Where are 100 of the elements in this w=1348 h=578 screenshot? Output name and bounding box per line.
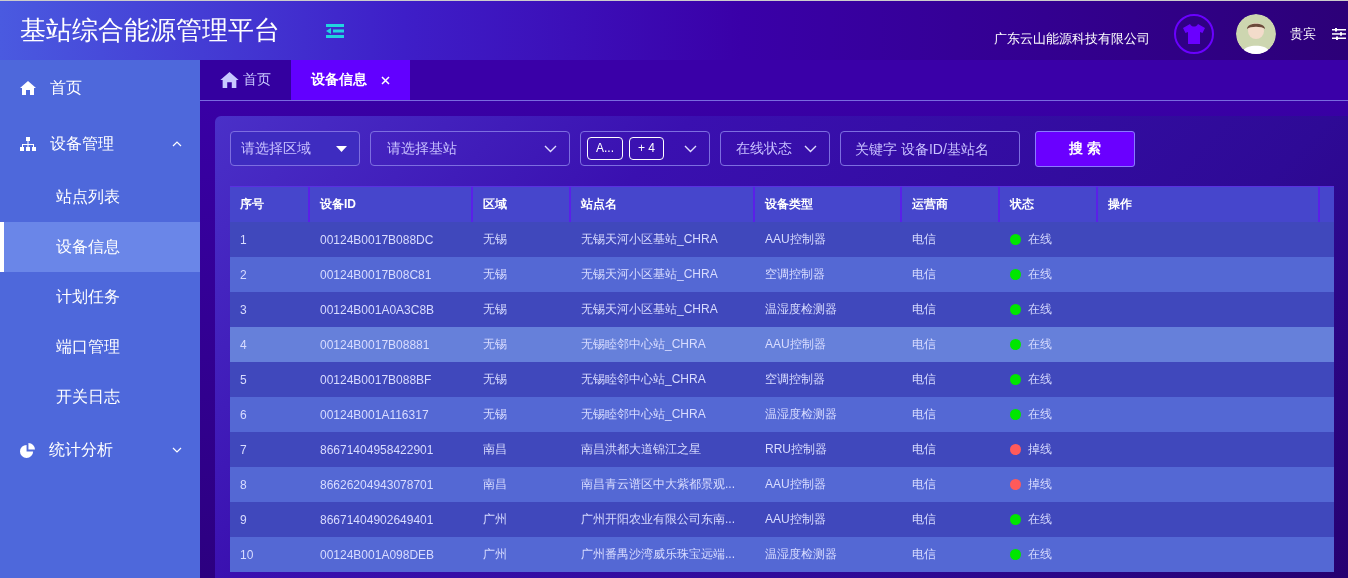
table-row[interactable]: 2 00124B0017B08C81 无锡 无锡天河小区基站_CHRA 空调控制器 电信 在线: [230, 257, 1334, 292]
table-cell-text: AAU控制器: [764, 476, 827, 493]
table-cell-text: 2: [239, 266, 248, 284]
table-cell-text: 1: [239, 231, 248, 249]
chevron-down-icon: [684, 144, 697, 153]
table-cell-text: 无锡天河小区基站_CHRA: [580, 301, 719, 318]
table-cell-text: 电信: [911, 301, 937, 318]
tab[interactable]: 首页: [200, 60, 291, 100]
table-cell-text: 9: [239, 511, 248, 529]
sidebar-subitem[interactable]: 设备信息: [0, 222, 200, 272]
select-tag: A...: [587, 137, 623, 160]
avatar[interactable]: [1236, 13, 1276, 54]
table-cell-text: 无锡睦邻中心站_CHRA: [580, 406, 707, 423]
caret-down-icon: [336, 145, 347, 152]
sidebar-subitem[interactable]: 端口管理: [0, 322, 200, 372]
table-cell-text: 00124B0017B088DC: [319, 231, 435, 249]
table-cell-text: 电信: [911, 371, 937, 388]
table-row[interactable]: 5 00124B0017B088BF 无锡 无锡睦邻中心站_CHRA 空调控制器 电信 在线: [230, 362, 1334, 397]
sidebar-subitem[interactable]: 开关日志: [0, 372, 200, 422]
sidebar-item[interactable]: 设备管理: [0, 116, 200, 172]
table-cell-text: 无锡: [482, 406, 508, 423]
status-text: 在线: [1028, 546, 1052, 563]
home-icon: [220, 72, 239, 88]
table-row[interactable]: 1 00124B0017B088DC 无锡 无锡天河小区基站_CHRA AAU控制器 电信 在线: [230, 222, 1334, 257]
table-cell-text: 无锡: [482, 266, 508, 283]
sidebar-subitem[interactable]: 计划任务: [0, 272, 200, 322]
search-button[interactable]: 搜 索: [1035, 131, 1135, 167]
table-cell-text: 温湿度检测器: [764, 406, 838, 423]
sidebar-item[interactable]: 统计分析: [0, 422, 200, 478]
table-cell-text: 无锡睦邻中心站_CHRA: [580, 336, 707, 353]
table-cell-text: AAU控制器: [764, 231, 827, 248]
company-name: 广东云山能源科技有限公司: [994, 29, 1150, 48]
table-cell-text: 86626204943078701: [319, 476, 435, 494]
select-field[interactable]: 在线状态: [720, 131, 830, 166]
table-cell-text: 无锡: [482, 301, 508, 318]
table-cell-text: 5: [239, 371, 248, 389]
table-cell-text: 10: [239, 546, 255, 564]
tab[interactable]: 设备信息: [291, 60, 410, 100]
table-cell-text: AAU控制器: [764, 336, 827, 353]
table-cell-text: 00124B0017B08C81: [319, 266, 433, 284]
table-cell-text: 电信: [911, 441, 937, 458]
table-cell-text: 无锡: [482, 336, 508, 353]
sliders-icon[interactable]: [1332, 27, 1346, 40]
table-row[interactable]: 4 00124B0017B08881 无锡 无锡睦邻中心站_CHRA AAU控制器 电信 在线: [230, 327, 1334, 362]
status-text: 在线: [1028, 336, 1052, 353]
home-icon: [20, 81, 36, 95]
table-row[interactable]: 8 86626204943078701 南昌 南昌青云谱区中大紫都景观... AAU控制器 电信 掉线: [230, 467, 1334, 502]
multi-select-field[interactable]: A... + 4: [580, 131, 710, 166]
chevron-down-icon: [804, 144, 817, 153]
search-field[interactable]: 关键字 设备ID/基站名: [840, 131, 1020, 166]
table-cell-text: 南昌: [482, 476, 508, 493]
table-cell-text: 无锡天河小区基站_CHRA: [580, 231, 719, 248]
table-cell-text: 广州: [482, 546, 508, 563]
table-cell-text: 86671404958422901: [319, 441, 435, 459]
table-cell-text: 电信: [911, 231, 937, 248]
sidebar-subitem[interactable]: 站点列表: [0, 172, 200, 222]
table-cell-text: 广州: [482, 511, 508, 528]
table-cell-text: 00124B0017B08881: [319, 336, 431, 354]
table-cell-text: 电信: [911, 546, 937, 563]
table-cell-text: 无锡天河小区基站_CHRA: [580, 266, 719, 283]
select-field[interactable]: 请选择区域: [230, 131, 360, 166]
table-cell-text: 无锡睦邻中心站_CHRA: [580, 371, 707, 388]
select-field[interactable]: 请选择基站: [370, 131, 570, 166]
table-cell-text: 00124B001A116317: [319, 406, 430, 424]
table-row[interactable]: 7 86671404958422901 南昌 南昌洪都大道锦江之星 RRU控制器 电信 掉线: [230, 432, 1334, 467]
table-cell-text: 温湿度检测器: [764, 301, 838, 318]
select-tag: + 4: [629, 137, 665, 160]
status-text: 在线: [1028, 371, 1052, 388]
table-cell-text: 7: [239, 441, 248, 459]
chevron-down-icon: [544, 144, 557, 153]
table-cell-text: 南昌青云谱区中大紫都景观...: [580, 476, 736, 493]
table-row[interactable]: 9 86671404902649401 广州 广州开阳农业有限公司东南... AAU控制器 电信 在线: [230, 502, 1334, 537]
table-cell-text: 电信: [911, 266, 937, 283]
table-cell-text: 空调控制器: [764, 371, 826, 388]
table-cell-text: 广州开阳农业有限公司东南...: [580, 511, 736, 528]
table-cell-text: 广州番禺沙湾威乐珠宝远端...: [580, 546, 736, 563]
status-text: 在线: [1028, 301, 1052, 318]
table-row[interactable]: 3 00124B001A0A3C8B 无锡 无锡天河小区基站_CHRA 温湿度检测器 电信 在线: [230, 292, 1334, 327]
table-cell-text: 空调控制器: [764, 266, 826, 283]
table-cell-text: 电信: [911, 476, 937, 493]
chevron-up-icon: [172, 141, 182, 147]
table-cell-text: 无锡: [482, 231, 508, 248]
status-text: 在线: [1028, 511, 1052, 528]
sitemap-icon: [20, 137, 36, 151]
chevron-down-icon: [172, 447, 182, 453]
table-cell-text: 南昌: [482, 441, 508, 458]
pie-chart-icon: [20, 442, 35, 458]
table-row[interactable]: 10 00124B001A098DEB 广州 广州番禺沙湾威乐珠宝远端... 温湿度检测器 电信 在线: [230, 537, 1334, 572]
sidebar-item[interactable]: 首页: [0, 60, 200, 116]
table-cell-text: 00124B0017B088BF: [319, 371, 433, 389]
table-row[interactable]: 6 00124B001A116317 无锡 无锡睦邻中心站_CHRA 温湿度检测器 电信 在线: [230, 397, 1334, 432]
menu-toggle-icon[interactable]: [326, 23, 344, 38]
table-cell-text: 3: [239, 301, 248, 319]
table-cell-text: 无锡: [482, 371, 508, 388]
close-icon[interactable]: [381, 75, 390, 85]
table-cell-text: 00124B001A0A3C8B: [319, 301, 436, 319]
table-cell-text: RRU控制器: [764, 441, 828, 458]
table-cell-text: 6: [239, 406, 248, 424]
user-name: 贵宾: [1290, 24, 1316, 43]
status-text: 掉线: [1028, 441, 1052, 458]
